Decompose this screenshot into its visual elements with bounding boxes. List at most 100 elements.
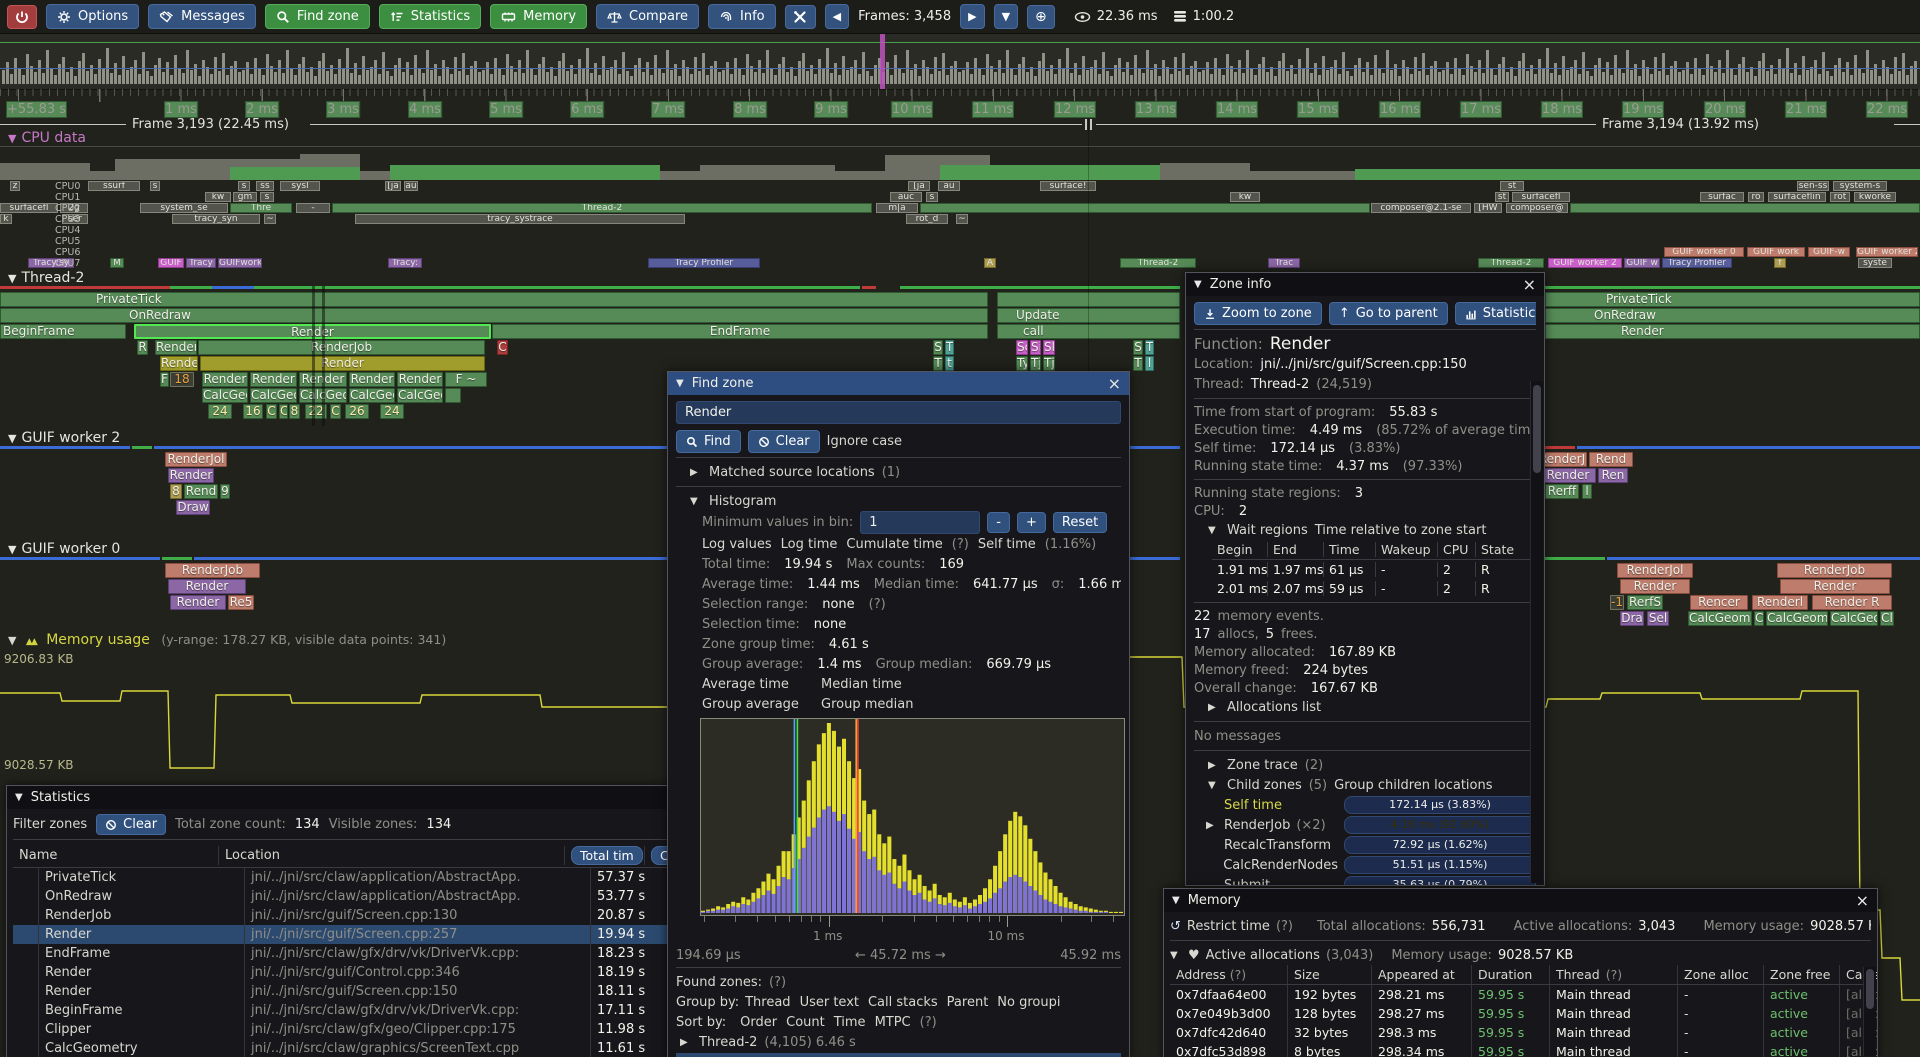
- cpu-timeline-block[interactable]: composer@: [1506, 203, 1568, 213]
- worker0-header[interactable]: ▼GUIF worker 0: [8, 541, 120, 557]
- cpu-timeline-block[interactable]: A: [984, 258, 996, 268]
- col-zone-free[interactable]: Zone free: [1764, 965, 1840, 984]
- compare-button[interactable]: Compare: [596, 4, 699, 29]
- memory-scrollbar[interactable]: [1863, 967, 1876, 1056]
- cpu-timeline-block[interactable]: Thread-2: [1478, 258, 1544, 268]
- timeline-zone[interactable]: CalcGeome: [1688, 611, 1752, 626]
- timeline-zone[interactable]: Dra: [1620, 611, 1644, 626]
- cpu-timeline-block[interactable]: GUIF work: [1747, 247, 1805, 257]
- active-allocations-section[interactable]: ▼ ♥ Active allocations (3,043) Memory us…: [1170, 945, 1871, 965]
- cpu-timeline-block[interactable]: kworke: [1854, 192, 1896, 202]
- statistics-button[interactable]: Statistics: [379, 4, 481, 29]
- timeline-zone[interactable]: Re5: [228, 595, 254, 610]
- cpu-timeline-block[interactable]: surfaceflin: [1768, 192, 1826, 202]
- info-button[interactable]: Info: [708, 4, 776, 29]
- cpu-timeline-block[interactable]: Tracy Profiler: [648, 258, 760, 268]
- allocation-row[interactable]: 0x7dfc53d898 8 bytes 298.34 ms 59.95 s M…: [1170, 1042, 1871, 1057]
- timeline-zone[interactable]: Ren: [1598, 468, 1628, 483]
- cpu-timeline-block[interactable]: composer@2.1-se: [1371, 203, 1471, 213]
- child-zone-row[interactable]: ▶RecalcTransform 72.92 µs (1.62%): [1194, 835, 1536, 855]
- timeline-zone[interactable]: Render: [1780, 579, 1890, 594]
- min-bin-input[interactable]: 1: [860, 511, 980, 534]
- power-button[interactable]: [7, 5, 37, 29]
- cpu-timeline-block[interactable]: [HW: [1474, 203, 1502, 213]
- cpu-timeline-block[interactable]: k: [0, 214, 12, 224]
- cpu-timeline-block[interactable]: s: [926, 192, 938, 202]
- allocation-row[interactable]: 0x7e049b3d00 128 bytes 298.27 ms 59.95 s…: [1170, 1004, 1871, 1023]
- timeline-zone[interactable]: Draw: [176, 500, 210, 515]
- cpu-timeline-block[interactable]: GUIF w: [1624, 258, 1660, 268]
- col-size[interactable]: Size: [1288, 965, 1372, 984]
- wait-col-time[interactable]: Time: [1324, 542, 1376, 557]
- child-zone-row[interactable]: ▶CalcRenderNodes 51.51 µs (1.15%): [1194, 855, 1536, 875]
- col-thread[interactable]: Thread (?): [1550, 965, 1678, 984]
- stats-col-location[interactable]: Location: [219, 846, 565, 865]
- cpu-timeline-block[interactable]: Tracy Profiler: [1662, 258, 1732, 268]
- timeline-zone[interactable]: Render: [1540, 468, 1596, 483]
- cpu-timeline-block[interactable]: GUIF worker 2: [1856, 247, 1918, 257]
- matched-locations-row[interactable]: ▶ Matched source locations (1): [676, 462, 1121, 482]
- cpu-timeline-block[interactable]: surfacefl: [1512, 192, 1570, 202]
- allocation-row[interactable]: 0x7dfc42d640 32 bytes 298.3 ms 59.95 s M…: [1170, 1023, 1871, 1042]
- goto-frame-button[interactable]: ⊕: [1027, 5, 1055, 29]
- wait-col-cpu[interactable]: CPU: [1438, 542, 1476, 557]
- close-icon[interactable]: ×: [1523, 278, 1536, 292]
- child-zone-row[interactable]: ▶Self time 172.14 µs (3.83%): [1194, 795, 1536, 815]
- col-address[interactable]: Address (?): [1170, 965, 1288, 984]
- cpu-timeline-block[interactable]: surfacefl: [0, 203, 58, 213]
- timeline-zone[interactable]: RerfS: [1627, 595, 1663, 610]
- cpu-timeline-block[interactable]: s: [238, 181, 250, 191]
- cpu-timeline-block[interactable]: au: [404, 181, 418, 191]
- cpu-timeline-block[interactable]: kw: [205, 192, 231, 202]
- scrollbar-thumb[interactable]: [1533, 385, 1541, 473]
- min-bin-reset-button[interactable]: Reset: [1053, 512, 1107, 533]
- cpu-timeline-block[interactable]: st: [1500, 181, 1524, 191]
- zone-info-scrollbar[interactable]: [1530, 381, 1543, 883]
- zone-statistics-button[interactable]: Statistics: [1455, 302, 1536, 325]
- cpu-timeline-block[interactable]: system_se: [140, 203, 228, 213]
- cpu-timeline-block[interactable]: Thre: [230, 203, 292, 213]
- timeline-zone[interactable]: Rend: [1589, 452, 1633, 467]
- frames-minimap[interactable]: [0, 33, 1920, 90]
- zone-info-titlebar[interactable]: ▼ Zone info ×: [1186, 273, 1544, 296]
- prev-frame-button[interactable]: ◀: [825, 4, 849, 29]
- timeline-zone[interactable]: Rerff: [1545, 484, 1579, 499]
- wait-col-wakeup[interactable]: Wakeup: [1376, 542, 1438, 557]
- cpu-timeline-block[interactable]: GUIF worker 2: [1548, 258, 1622, 268]
- cpu-timeline-block[interactable]: au: [938, 181, 960, 191]
- filter-clear-button[interactable]: Clear: [96, 814, 166, 835]
- timeline-zone[interactable]: 8: [170, 484, 182, 499]
- cpu-timeline-block[interactable]: [ja: [385, 181, 401, 191]
- allocations-list-row[interactable]: ▶Allocations list: [1194, 697, 1536, 717]
- cpu-timeline-block[interactable]: st: [1495, 192, 1509, 202]
- cpu-timeline-block[interactable]: GUIF: [158, 258, 184, 268]
- timeline-zone[interactable]: Cl: [1880, 611, 1894, 626]
- cpu-timeline-block[interactable]: [ja: [908, 181, 930, 191]
- cpu-timeline-block[interactable]: Tracy:: [388, 258, 422, 268]
- frame-dropdown-button[interactable]: ▼: [994, 4, 1018, 29]
- memory-button[interactable]: Memory: [490, 4, 587, 29]
- min-bin-plus-button[interactable]: +: [1017, 512, 1046, 533]
- close-icon[interactable]: ×: [1856, 894, 1869, 908]
- cpu-timeline-block[interactable]: Trac: [1268, 258, 1300, 268]
- timeline-zone[interactable]: CalcGeomet: [1766, 611, 1828, 626]
- timeline-zone[interactable]: -17: [1610, 595, 1624, 610]
- child-zone-row[interactable]: ▶RenderJob(×2) 4.16 ms (92.60%): [1194, 815, 1536, 835]
- cpu-timeline-block[interactable]: s: [260, 192, 274, 202]
- child-zone-row[interactable]: ▶Submit 35.63 µs (0.79%): [1194, 875, 1536, 886]
- cpu-timeline-block[interactable]: rot: [1830, 192, 1850, 202]
- cpu-timeline-block[interactable]: ~: [264, 214, 276, 224]
- zone-trace-row[interactable]: ▶Zone trace(2): [1194, 755, 1536, 775]
- find-zone-query-input[interactable]: Render: [676, 401, 1121, 424]
- next-frame-button[interactable]: ▶: [960, 4, 984, 29]
- timeline-zone[interactable]: CalcGeo: [1830, 611, 1878, 626]
- cpu-timeline-block[interactable]: kw: [1230, 192, 1260, 202]
- cpu-timeline-block[interactable]: gm: [233, 192, 257, 202]
- tools-button[interactable]: [785, 5, 816, 29]
- cpu-timeline-block[interactable]: m|a: [876, 203, 918, 213]
- timeline-zone[interactable]: Rend: [184, 484, 218, 499]
- cpu-timeline-block[interactable]: Thread-2: [332, 203, 872, 213]
- cpu-timeline-block[interactable]: f: [1774, 258, 1786, 268]
- wait-col-end[interactable]: End: [1268, 542, 1324, 557]
- cpu-timeline-block[interactable]: -: [296, 203, 330, 213]
